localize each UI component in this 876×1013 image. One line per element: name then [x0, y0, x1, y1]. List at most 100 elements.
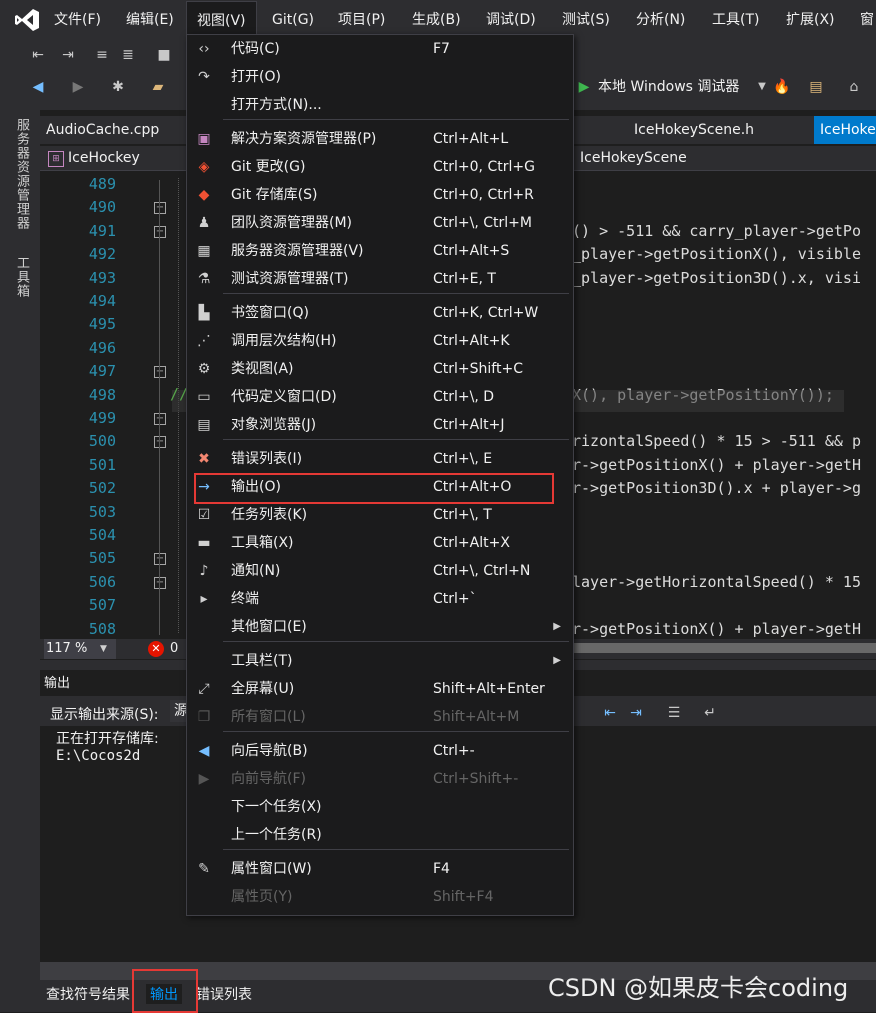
collapse-toggle-icon[interactable]: − — [154, 202, 166, 214]
menu-window[interactable]: 窗 — [858, 0, 876, 40]
view-menu-item[interactable]: ▸ 终端 Ctrl+` — [187, 585, 573, 613]
view-menu-item[interactable]: ⚙ 类视图(A) Ctrl+Shift+C — [187, 355, 573, 383]
menu-file[interactable]: 文件(F) — [52, 0, 103, 40]
view-menu-item-shortcut: F7 — [433, 41, 450, 57]
view-menu-item[interactable]: 上一个任务(R) — [187, 821, 573, 849]
view-menu-item[interactable]: ⤢ 全屏幕(U) Shift+Alt+Enter — [187, 675, 573, 703]
collapse-toggle-icon[interactable]: − — [154, 436, 166, 448]
view-menu-item[interactable]: ▤ 对象浏览器(J) Ctrl+Alt+J — [187, 411, 573, 439]
line-number: 496 — [88, 339, 116, 357]
clear-all-icon[interactable]: ☰ — [664, 704, 684, 722]
folder-search-icon[interactable]: ▤ — [806, 78, 826, 96]
submenu-arrow-icon: ▶ — [553, 621, 561, 632]
line-number: 498 — [88, 386, 116, 404]
line-number: 497 — [88, 362, 116, 380]
output-prev-icon[interactable]: ⇤ — [600, 704, 620, 722]
tab-find-symbol-results[interactable]: 查找符号结果 — [46, 984, 130, 1004]
code-line[interactable]: _player->getPositionX(), visible — [572, 243, 861, 265]
view-menu-item-label: 属性窗口(W) — [231, 861, 312, 877]
code-line[interactable]: () > -511 && carry_player->getPo — [572, 220, 861, 242]
view-menu-item[interactable]: ⚗ 测试资源管理器(T) Ctrl+E, T — [187, 265, 573, 293]
code-line[interactable]: r->getPositionX() + player->getH — [572, 618, 861, 640]
code-line[interactable]: layer->getHorizontalSpeed() * 15 — [572, 571, 861, 593]
horizontal-scrollbar-thumb[interactable] — [572, 643, 876, 653]
bookmark-toggle-icon[interactable]: ■ — [154, 46, 174, 64]
view-menu-item-label: 类视图(A) — [231, 361, 294, 377]
menu-edit[interactable]: 编辑(E) — [124, 0, 176, 40]
forward-nav-icon[interactable]: ▶ — [68, 78, 88, 96]
tab-audiocache[interactable]: AudioCache.cpp — [40, 116, 165, 144]
tab-error-list[interactable]: 错误列表 — [196, 984, 252, 1004]
view-menu-item[interactable]: ↷ 打开(O) — [187, 63, 573, 91]
view-menu-item[interactable]: ♪ 通知(N) Ctrl+\, Ctrl+N — [187, 557, 573, 585]
menu-separator — [223, 293, 569, 294]
view-menu-item-label: 所有窗口(L) — [231, 709, 306, 725]
collapse-toggle-icon[interactable]: − — [154, 553, 166, 565]
view-menu-item[interactable]: ◀ 向后导航(B) Ctrl+- — [187, 737, 573, 765]
view-menu-item[interactable]: 打开方式(N)... — [187, 91, 573, 119]
code-line[interactable]: r->getPosition3D().x + player->g — [572, 477, 861, 499]
debug-target-dropdown-icon[interactable]: ▼ — [752, 78, 772, 96]
menu-analyze[interactable]: 分析(N) — [634, 0, 687, 40]
word-wrap-icon[interactable]: ↵ — [700, 704, 720, 722]
nav-scope-dropdown[interactable]: IceHokeyScene — [580, 146, 687, 170]
view-menu-item[interactable]: ▭ 代码定义窗口(D) Ctrl+\, D — [187, 383, 573, 411]
visual-studio-logo-icon[interactable] — [14, 8, 40, 32]
error-count[interactable]: 0 — [170, 639, 178, 659]
back-icon: ◀ — [198, 743, 210, 759]
view-menu-item-label: 打开方式(N)... — [231, 97, 322, 113]
view-menu-item[interactable]: ☑ 任务列表(K) Ctrl+\, T — [187, 501, 573, 529]
view-menu-item[interactable]: ▦ 服务器资源管理器(V) Ctrl+Alt+S — [187, 237, 573, 265]
code-line[interactable]: _player->getPosition3D().x, visi — [572, 267, 861, 289]
indent-icon[interactable]: ⇤ — [28, 46, 48, 64]
comment-icon[interactable]: ≡ — [92, 46, 112, 64]
view-menu-item[interactable]: ‹› 代码(C) F7 — [187, 35, 573, 63]
collapse-toggle-icon[interactable]: − — [154, 577, 166, 589]
view-menu-item[interactable]: ◆ Git 存储库(S) Ctrl+0, Ctrl+R — [187, 181, 573, 209]
view-menu-item[interactable]: 其他窗口(E) ▶ — [187, 613, 573, 641]
code-line[interactable]: rizontalSpeed() * 15 > -511 && p — [572, 430, 861, 452]
view-menu-item-shortcut: Ctrl+- — [433, 743, 475, 759]
collapse-toggle-icon[interactable]: − — [154, 413, 166, 425]
view-menu-item[interactable]: ⋰ 调用层次结构(H) Ctrl+Alt+K — [187, 327, 573, 355]
line-number: 490 — [88, 198, 116, 216]
back-nav-icon[interactable]: ◀ — [28, 78, 48, 96]
debug-target[interactable]: 本地 Windows 调试器 — [598, 76, 739, 98]
view-menu-item-label: 工具栏(T) — [231, 653, 293, 669]
view-menu-item[interactable]: ✖ 错误列表(I) Ctrl+\, E — [187, 445, 573, 473]
view-menu-item[interactable]: 下一个任务(X) — [187, 793, 573, 821]
toolbox-side-tab[interactable]: 工具箱 — [12, 256, 31, 298]
view-menu-item[interactable]: ✎ 属性窗口(W) F4 — [187, 855, 573, 883]
open-folder-icon[interactable]: ▰ — [148, 78, 168, 96]
output-next-icon[interactable]: ⇥ — [626, 704, 646, 722]
server-explorer-side-tab[interactable]: 服务器资源管理器 — [12, 118, 31, 230]
menu-tools[interactable]: 工具(T) — [710, 0, 761, 40]
uncomment-icon[interactable]: ≣ — [118, 46, 138, 64]
nav-project-dropdown[interactable]: IceHockey — [68, 146, 140, 170]
zoom-dropdown-icon[interactable]: ▼ — [100, 639, 107, 659]
start-debug-icon[interactable]: ▶ — [574, 78, 594, 96]
menu-extensions[interactable]: 扩展(X) — [784, 0, 837, 40]
view-menu-item[interactable]: ▙ 书签窗口(Q) Ctrl+K, Ctrl+W — [187, 299, 573, 327]
output-source-label: 显示输出来源(S): — [50, 707, 159, 723]
tab-icehokeyscene-h[interactable]: IceHokeyScene.h — [628, 116, 760, 144]
view-menu-item[interactable]: ◈ Git 更改(G) Ctrl+0, Ctrl+G — [187, 153, 573, 181]
collapse-toggle-icon[interactable]: − — [154, 366, 166, 378]
tab-icehokey-active[interactable]: IceHokey — [814, 116, 876, 144]
view-menu-item-label: 向后导航(B) — [231, 743, 308, 759]
home-icon[interactable]: ⌂ — [844, 78, 864, 96]
view-menu-item[interactable]: ▬ 工具箱(X) Ctrl+Alt+X — [187, 529, 573, 557]
view-menu-item-shortcut: Ctrl+E, T — [433, 271, 496, 287]
view-menu-item-shortcut: Ctrl+Alt+X — [433, 535, 510, 551]
error-list-icon: ✖ — [198, 451, 210, 467]
view-menu-item-label: 终端 — [231, 591, 259, 607]
view-menu-item[interactable]: ▣ 解决方案资源管理器(P) Ctrl+Alt+L — [187, 125, 573, 153]
view-menu-item[interactable]: ♟ 团队资源管理器(M) Ctrl+\, Ctrl+M — [187, 209, 573, 237]
outdent-icon[interactable]: ⇥ — [58, 46, 78, 64]
code-line[interactable]: r->getPositionX() + player->getH — [572, 454, 861, 476]
collapse-toggle-icon[interactable]: − — [154, 226, 166, 238]
new-item-icon[interactable]: ✱ — [108, 78, 128, 96]
view-menu-item[interactable]: 工具栏(T) ▶ — [187, 647, 573, 675]
hot-reload-icon[interactable]: 🔥 — [772, 78, 792, 96]
view-menu-item-label: 书签窗口(Q) — [231, 305, 309, 321]
